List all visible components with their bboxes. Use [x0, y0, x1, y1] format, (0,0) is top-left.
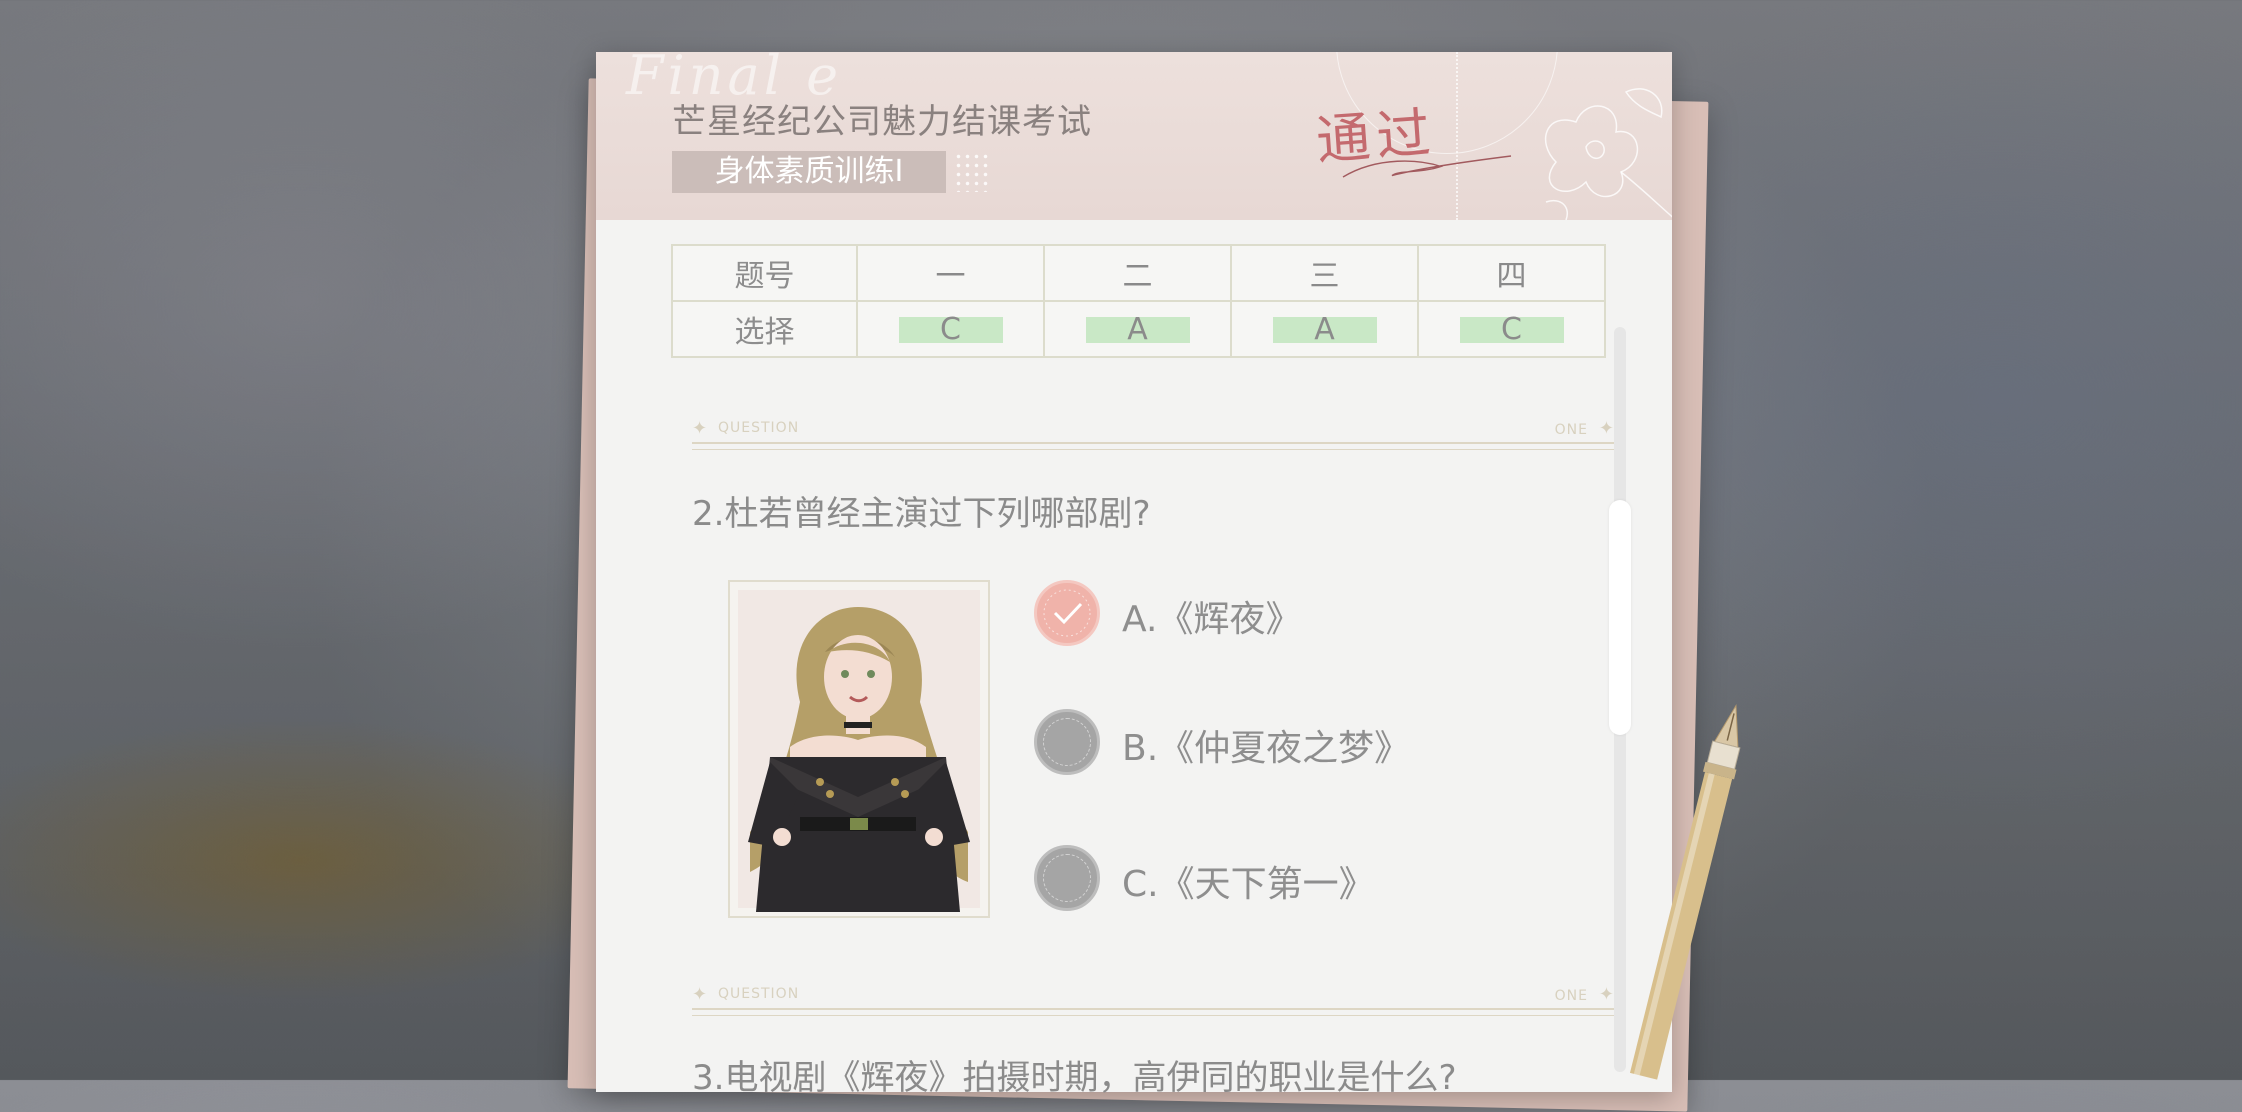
divider-label-right: ONE — [1554, 422, 1588, 438]
divider-line — [692, 1008, 1614, 1016]
option-label: B.《仲夏夜之梦》 — [1122, 728, 1411, 769]
question-divider: ✦ QUESTION ONE ✦ — [692, 984, 1614, 1016]
exam-title: 芒星经纪公司魅力结课考试 — [672, 102, 1092, 142]
option-label: C.《天下第一》 — [1122, 864, 1375, 905]
flower-decor-icon — [1545, 88, 1672, 220]
character-illustration-icon — [738, 590, 980, 912]
pass-stamp: 通过 — [1314, 100, 1439, 173]
divider-label-right: ONE — [1554, 988, 1588, 1004]
option-b[interactable]: B.《仲夏夜之梦》 — [1034, 709, 1454, 777]
divider-line — [692, 442, 1614, 450]
row-header-choice: 选择 — [671, 300, 858, 358]
exam-paper: Final e 芒星经纪公司魅力结课考试 身体素质训练Ⅰ 通过 题号 一 二 三… — [596, 52, 1672, 1098]
exam-header: Final e 芒星经纪公司魅力结课考试 身体素质训练Ⅰ 通过 — [596, 52, 1672, 220]
question-number-cell[interactable]: 三 — [1230, 244, 1419, 302]
question-divider: ✦ QUESTION ONE ✦ — [692, 418, 1614, 450]
question-text: 2.杜若曾经主演过下列哪部剧? — [692, 494, 1151, 534]
answer-summary-table: 题号 一 二 三 四 选择 C A A C — [671, 244, 1606, 358]
answer-cell[interactable]: A — [1043, 300, 1232, 358]
radio-unchecked[interactable] — [1034, 845, 1100, 911]
sparkle-icon: ✦ — [692, 984, 708, 1005]
answer-value: A — [1085, 314, 1190, 344]
sparkle-icon: ✦ — [1598, 984, 1614, 1005]
tag-dots-decor — [954, 152, 990, 192]
option-a[interactable]: A.《辉夜》 — [1034, 580, 1454, 648]
row-header-number: 题号 — [671, 244, 858, 302]
question-number-cell[interactable]: 四 — [1417, 244, 1606, 302]
radio-unchecked[interactable] — [1034, 709, 1100, 775]
table-row: 选择 C A A C — [671, 300, 1606, 358]
answer-value: C — [898, 314, 1003, 344]
table-row: 题号 一 二 三 四 — [671, 244, 1606, 302]
character-portrait — [728, 580, 990, 918]
divider-label-left: QUESTION — [718, 986, 800, 1002]
question-text: 3.电视剧《辉夜》拍摄时期，高伊同的职业是什么? — [692, 1058, 1457, 1098]
option-label: A.《辉夜》 — [1122, 599, 1302, 640]
answer-cell[interactable]: A — [1230, 300, 1419, 358]
sparkle-icon: ✦ — [692, 418, 708, 439]
answer-cell[interactable]: C — [856, 300, 1045, 358]
divider-label-left: QUESTION — [718, 420, 800, 436]
radio-checked[interactable] — [1034, 580, 1100, 646]
subject-tag: 身体素质训练Ⅰ — [672, 151, 946, 193]
answer-cell[interactable]: C — [1417, 300, 1606, 358]
scrollbar-thumb[interactable] — [1609, 500, 1631, 735]
option-c[interactable]: C.《天下第一》 — [1034, 845, 1454, 913]
answer-value: A — [1272, 314, 1377, 344]
answer-value: C — [1459, 314, 1564, 344]
question-number-cell[interactable]: 一 — [856, 244, 1045, 302]
question-number-cell[interactable]: 二 — [1043, 244, 1232, 302]
fountain-pen-icon — [1630, 703, 1741, 1080]
checkmark-icon — [1043, 589, 1091, 637]
sparkle-icon: ✦ — [1598, 418, 1614, 439]
